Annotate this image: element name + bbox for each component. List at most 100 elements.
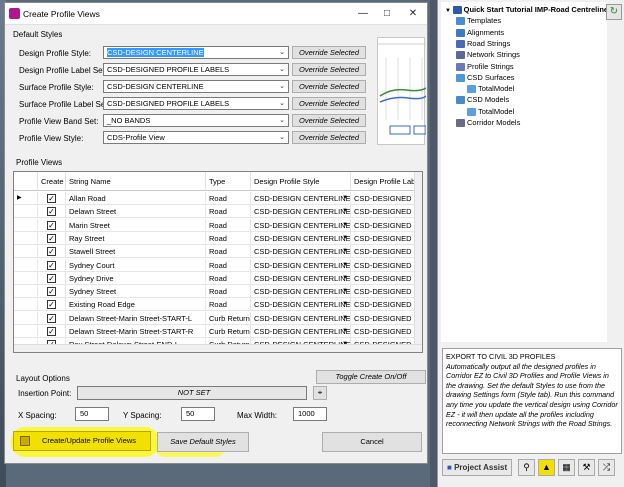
override-selected-button[interactable]: Override Selected bbox=[292, 97, 366, 110]
design-profile-style-cell[interactable]: CSD-DESIGN CENTERLINE ▼ bbox=[251, 325, 351, 338]
search-icon[interactable]: ⚲ bbox=[518, 459, 535, 476]
create-checkbox[interactable]: ✓ bbox=[47, 273, 56, 283]
override-selected-button[interactable]: Override Selected bbox=[292, 114, 366, 127]
row-selector[interactable] bbox=[14, 311, 38, 325]
create-checkbox[interactable]: ✓ bbox=[47, 207, 56, 217]
tree-node[interactable]: TotalModel bbox=[467, 107, 514, 116]
design-profile-style-cell[interactable]: CSD-DESIGN CENTERLINE ▼ bbox=[251, 285, 351, 299]
table-row[interactable]: ✓ Existing Road Edge Road CSD-DESIGN CEN… bbox=[14, 298, 420, 312]
minimize-icon[interactable]: — bbox=[351, 6, 375, 22]
design-profile-style-cell[interactable]: CSD-DESIGN CENTERLINE ▼ bbox=[251, 245, 351, 259]
column-header-string-name[interactable]: String Name bbox=[66, 172, 206, 191]
create-checkbox[interactable]: ✓ bbox=[47, 287, 56, 297]
design-profile-style-cell[interactable]: CSD-DESIGN CENTERLINE ▼ bbox=[251, 231, 351, 245]
x-spacing-input[interactable]: 50 bbox=[75, 407, 109, 421]
design-profile-style-cell[interactable]: CSD-DESIGN CENTERLINE ▼ bbox=[251, 298, 351, 312]
table-row[interactable]: ✓ Sydney Court Road CSD-DESIGN CENTERLIN… bbox=[14, 258, 420, 272]
create-checkbox[interactable]: ✓ bbox=[47, 260, 56, 270]
pick-point-button[interactable]: ⌖ bbox=[313, 386, 327, 400]
table-row[interactable]: ✓ Sydney Street Road CSD-DESIGN CENTERLI… bbox=[14, 285, 420, 299]
design-profile-style-cell[interactable]: CSD-DESIGN CENTERLINE ▼ bbox=[251, 192, 351, 205]
style-combo[interactable]: CSD-DESIGN CENTERLINE ⌄ bbox=[103, 46, 289, 59]
row-selector[interactable] bbox=[14, 298, 38, 312]
column-header-design-profile-label[interactable]: Design Profile Label bbox=[351, 172, 420, 191]
style-combo[interactable]: _NO BANDS ⌄ bbox=[103, 114, 289, 127]
table-row[interactable]: ✓ Delawn Street-Marin Street-START-R Cur… bbox=[14, 325, 420, 338]
override-selected-button[interactable]: Override Selected bbox=[292, 131, 366, 144]
create-checkbox[interactable]: ✓ bbox=[47, 327, 56, 336]
tree-node[interactable]: CSD Models bbox=[456, 95, 509, 105]
string-name-cell: Existing Road Edge bbox=[66, 298, 206, 312]
project-assist-button[interactable]: ■ Project Assist bbox=[442, 459, 512, 476]
create-checkbox[interactable]: ✓ bbox=[47, 313, 56, 323]
tree-node[interactable]: Alignments bbox=[456, 28, 504, 37]
string-name-cell: Sydney Street bbox=[66, 285, 206, 299]
design-profile-label-cell: CSD-DESIGNED PRO bbox=[351, 311, 420, 325]
profile-export-icon[interactable]: ▲ bbox=[538, 459, 555, 476]
column-header-create[interactable]: Create bbox=[38, 172, 66, 191]
collapse-icon[interactable]: ▼ bbox=[445, 8, 453, 14]
row-selector[interactable] bbox=[14, 271, 38, 285]
tree-node[interactable]: TotalModel bbox=[467, 84, 514, 94]
refresh-icon[interactable]: ↻ bbox=[606, 4, 622, 20]
tree-node[interactable]: Corridor Models bbox=[456, 118, 520, 128]
table-row[interactable]: ▶ ✓ Allan Road Road CSD-DESIGN CENTERLIN… bbox=[14, 192, 420, 205]
override-selected-button[interactable]: Override Selected bbox=[292, 46, 366, 59]
save-default-styles-button[interactable]: Save Default Styles bbox=[157, 432, 249, 452]
design-profile-style-cell[interactable]: CSD-DESIGN CENTERLINE ▼ bbox=[251, 258, 351, 272]
table-row[interactable]: ✓ Ray Street Road CSD-DESIGN CENTERLINE … bbox=[14, 231, 420, 245]
column-header-type[interactable]: Type bbox=[206, 172, 251, 191]
table-horizontal-scrollbar[interactable] bbox=[14, 344, 422, 352]
row-selector[interactable] bbox=[14, 231, 38, 245]
row-selector[interactable] bbox=[14, 258, 38, 272]
toggle-create-button[interactable]: Toggle Create On/Off bbox=[316, 370, 426, 384]
tree-node[interactable]: Network Strings bbox=[456, 50, 520, 60]
table-vertical-scrollbar[interactable] bbox=[414, 172, 422, 352]
table-row[interactable]: ✓ Stawell Street Road CSD-DESIGN CENTERL… bbox=[14, 245, 420, 259]
create-update-profile-views-button[interactable]: Create/Update Profile Views bbox=[13, 431, 151, 451]
create-checkbox[interactable]: ✓ bbox=[47, 220, 56, 230]
row-selector[interactable] bbox=[14, 245, 38, 259]
row-selector[interactable]: ▶ bbox=[14, 192, 38, 205]
chart-icon[interactable]: ▦ bbox=[558, 459, 575, 476]
y-spacing-input[interactable]: 50 bbox=[181, 407, 215, 421]
override-selected-button[interactable]: Override Selected bbox=[292, 63, 366, 76]
maximize-icon[interactable]: □ bbox=[375, 6, 399, 22]
tree-node[interactable]: Road Strings bbox=[456, 39, 510, 48]
create-checkbox[interactable]: ✓ bbox=[47, 247, 56, 257]
create-checkbox[interactable]: ✓ bbox=[47, 233, 56, 243]
create-checkbox[interactable]: ✓ bbox=[47, 194, 56, 203]
style-combo-value: CSD-DESIGNED PROFILE LABELS bbox=[107, 99, 230, 108]
design-profile-style-cell[interactable]: CSD-DESIGN CENTERLINE ▼ bbox=[251, 218, 351, 232]
row-selector[interactable] bbox=[14, 218, 38, 232]
style-combo[interactable]: CDS-Profile View ⌄ bbox=[103, 131, 289, 144]
style-combo[interactable]: CSD-DESIGNED PROFILE LABELS ⌄ bbox=[103, 97, 289, 110]
design-profile-style-cell[interactable]: CSD-DESIGN CENTERLINE ▼ bbox=[251, 205, 351, 219]
design-profile-style-cell[interactable]: CSD-DESIGN CENTERLINE ▼ bbox=[251, 271, 351, 285]
chevron-down-icon: ⌄ bbox=[279, 117, 285, 124]
type-cell: Road bbox=[206, 205, 251, 219]
create-checkbox[interactable]: ✓ bbox=[47, 300, 56, 310]
tree-node[interactable]: CSD Surfaces bbox=[456, 73, 515, 82]
max-width-input[interactable]: 1000 bbox=[293, 407, 327, 421]
table-row[interactable]: ✓ Delawn Street Road CSD-DESIGN CENTERLI… bbox=[14, 205, 420, 219]
arrows-icon[interactable]: ⤮ bbox=[598, 459, 615, 476]
tree-node[interactable]: Templates bbox=[456, 16, 501, 26]
chevron-down-icon: ▼ bbox=[342, 328, 348, 334]
close-icon[interactable]: ✕ bbox=[401, 6, 425, 22]
tools-icon[interactable]: ⚒ bbox=[578, 459, 595, 476]
table-row[interactable]: ✓ Marin Street Road CSD-DESIGN CENTERLIN… bbox=[14, 218, 420, 232]
table-row[interactable]: ✓ Sydney Drive Road CSD-DESIGN CENTERLIN… bbox=[14, 271, 420, 285]
cancel-button[interactable]: Cancel bbox=[322, 432, 422, 452]
design-profile-style-cell[interactable]: CSD-DESIGN CENTERLINE ▼ bbox=[251, 311, 351, 325]
column-header-design-profile-style[interactable]: Design Profile Style bbox=[251, 172, 351, 191]
tree-node[interactable]: ▼ Quick Start Tutorial IMP-Road Centreli… bbox=[445, 5, 608, 15]
style-combo[interactable]: CSD-DESIGN CENTERLINE ⌄ bbox=[103, 80, 289, 93]
row-selector[interactable] bbox=[14, 205, 38, 219]
tree-node[interactable]: Profile Strings bbox=[456, 62, 514, 71]
row-selector[interactable] bbox=[14, 285, 38, 299]
row-selector[interactable] bbox=[14, 325, 38, 338]
style-combo[interactable]: CSD-DESIGNED PROFILE LABELS ⌄ bbox=[103, 63, 289, 76]
table-row[interactable]: ✓ Delawn Street-Marin Street-START-L Cur… bbox=[14, 311, 420, 325]
override-selected-button[interactable]: Override Selected bbox=[292, 80, 366, 93]
